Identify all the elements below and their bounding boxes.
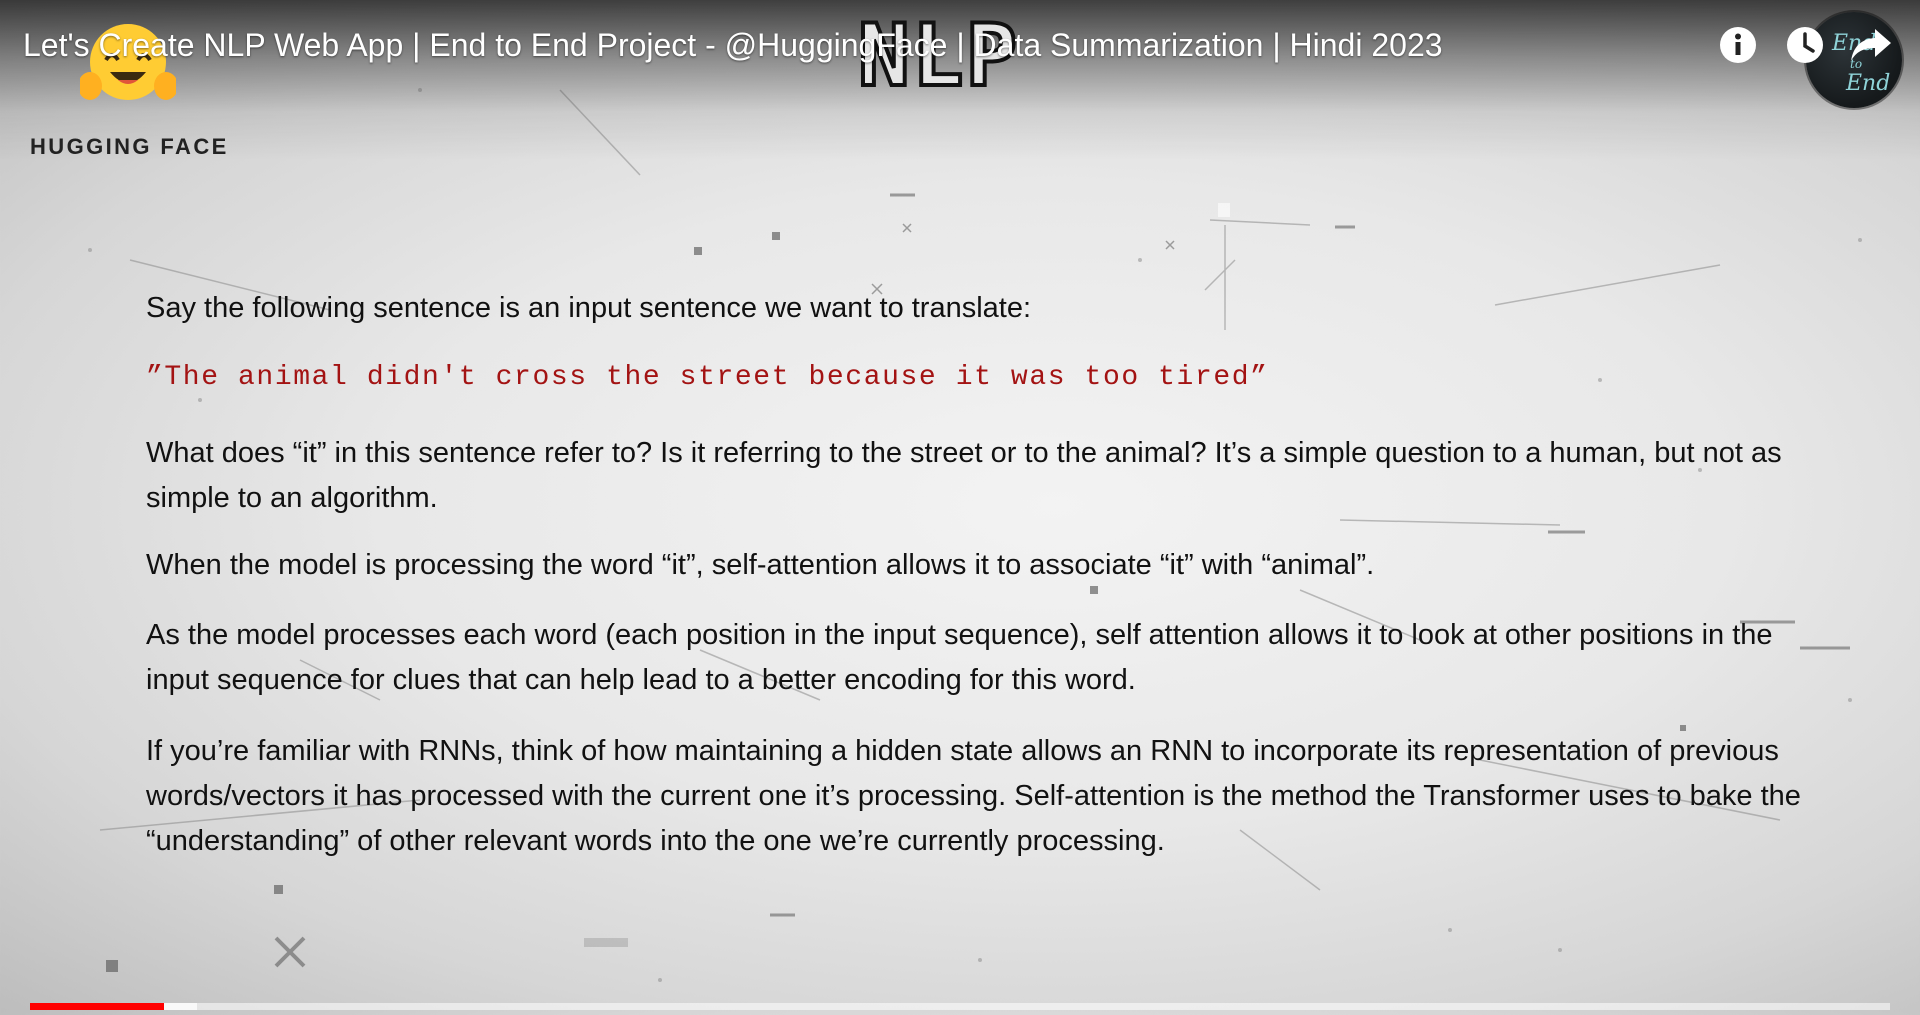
paragraph-1: What does “it” in this sentence refer to… xyxy=(146,437,1782,514)
hugging-face-label: HUGGING FACE xyxy=(30,134,229,159)
intro-text: Say the following sentence is an input s… xyxy=(146,292,1032,324)
info-button[interactable] xyxy=(1713,20,1763,70)
share-icon xyxy=(1851,29,1891,61)
info-icon xyxy=(1720,27,1756,63)
progress-played xyxy=(30,1003,164,1010)
paragraph-4: If you’re familiar with RNNs, think of h… xyxy=(146,735,1801,857)
paragraph-3: As the model processes each word (each p… xyxy=(146,619,1773,696)
video-progress-bar[interactable] xyxy=(30,1003,1890,1010)
svg-text:End: End xyxy=(1845,71,1890,96)
clock-icon xyxy=(1787,27,1823,63)
share-button[interactable] xyxy=(1846,20,1896,70)
video-title[interactable]: Let's Create NLP Web App | End to End Pr… xyxy=(23,26,1673,64)
watch-later-button[interactable] xyxy=(1780,20,1830,70)
paragraph-2: When the model is processing the word “i… xyxy=(146,549,1375,581)
example-sentence: ”The animal didn't cross the street beca… xyxy=(146,362,1269,393)
